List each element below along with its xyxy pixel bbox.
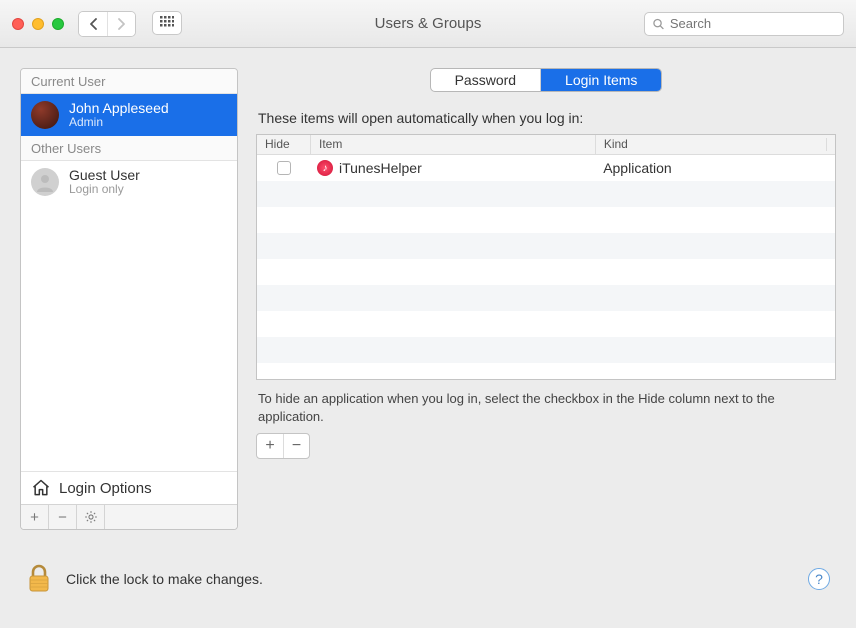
cell-hide <box>257 161 311 175</box>
col-item[interactable]: Item <box>311 135 596 154</box>
tab-password[interactable]: Password <box>431 69 540 91</box>
avatar <box>31 101 59 129</box>
sidebar-header-other: Other Users <box>21 136 237 161</box>
show-all-button[interactable] <box>152 11 182 35</box>
tab-segmented: Password Login Items <box>430 68 663 92</box>
sidebar-header-current: Current User <box>21 69 237 94</box>
table-row <box>257 311 835 337</box>
titlebar: Users & Groups <box>0 0 856 48</box>
user-role-label: Admin <box>69 116 169 130</box>
cell-item: ♪ iTunesHelper <box>311 160 595 176</box>
table-row <box>257 233 835 259</box>
lock-area[interactable]: Click the lock to make changes. <box>26 564 263 594</box>
back-button[interactable] <box>79 12 107 36</box>
search-input[interactable] <box>670 16 835 31</box>
add-user-button[interactable]: + <box>21 505 49 529</box>
forward-button[interactable] <box>107 12 135 36</box>
sidebar-footer: + − <box>21 504 237 529</box>
tab-login-items[interactable]: Login Items <box>540 69 661 91</box>
remove-user-button[interactable]: − <box>49 505 77 529</box>
minimize-icon[interactable] <box>32 18 44 30</box>
hide-checkbox[interactable] <box>277 161 291 175</box>
add-item-button[interactable]: + <box>257 434 283 458</box>
gear-icon <box>84 510 98 524</box>
remove-item-button[interactable]: − <box>283 434 309 458</box>
table-header: Hide Item Kind <box>257 135 835 155</box>
user-name-label: John Appleseed <box>69 100 169 116</box>
nav-group <box>78 11 182 37</box>
table-row <box>257 207 835 233</box>
content-pane: Password Login Items These items will op… <box>256 68 836 530</box>
login-items-table: Hide Item Kind ♪ iTunesHelper Applicatio… <box>256 134 836 380</box>
lock-text: Click the lock to make changes. <box>66 571 263 587</box>
user-role-label: Login only <box>69 183 140 197</box>
table-row <box>257 337 835 363</box>
content-footer: + − <box>256 433 836 459</box>
user-actions-button[interactable] <box>77 505 105 529</box>
table-row <box>257 285 835 311</box>
itunes-icon: ♪ <box>317 160 333 176</box>
close-icon[interactable] <box>12 18 24 30</box>
body: Current User John Appleseed Admin Other … <box>0 48 856 550</box>
sidebar-user-guest[interactable]: Guest User Login only <box>21 161 237 203</box>
table-row <box>257 181 835 207</box>
table-row[interactable]: ♪ iTunesHelper Application <box>257 155 835 181</box>
sidebar-login-options[interactable]: Login Options <box>21 471 237 504</box>
person-icon <box>35 172 55 192</box>
add-remove-group: + − <box>256 433 310 459</box>
sidebar-user-current[interactable]: John Appleseed Admin <box>21 94 237 136</box>
search-icon <box>653 18 664 30</box>
avatar <box>31 168 59 196</box>
grid-icon <box>160 16 174 30</box>
cell-kind: Application <box>595 160 835 176</box>
bottom-bar: Click the lock to make changes. ? <box>0 550 856 608</box>
col-kind[interactable]: Kind <box>596 135 835 154</box>
nav-back-forward <box>78 11 136 37</box>
login-options-label: Login Options <box>59 480 152 497</box>
table-body: ♪ iTunesHelper Application <box>257 155 835 379</box>
window-controls <box>12 18 64 30</box>
intro-text: These items will open automatically when… <box>258 110 834 126</box>
table-row <box>257 259 835 285</box>
user-name-label: Guest User <box>69 167 140 183</box>
lock-icon <box>26 564 52 594</box>
zoom-icon[interactable] <box>52 18 64 30</box>
item-name-label: iTunesHelper <box>339 160 422 176</box>
col-hide[interactable]: Hide <box>257 135 311 154</box>
search-field[interactable] <box>644 12 844 36</box>
user-sidebar: Current User John Appleseed Admin Other … <box>20 68 238 530</box>
house-icon <box>31 478 51 498</box>
help-button[interactable]: ? <box>808 568 830 590</box>
hint-text: To hide an application when you log in, … <box>258 390 834 425</box>
